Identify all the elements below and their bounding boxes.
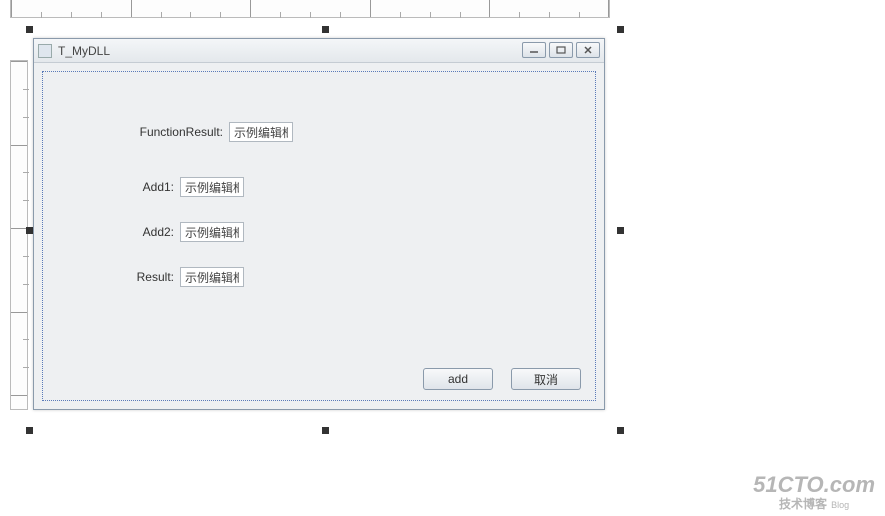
row-add2: Add2: [135,222,244,242]
ruler-horizontal [10,0,610,18]
watermark-line2: 技术博客Blog [753,498,875,510]
close-button[interactable] [576,42,600,58]
row-result: Result: [135,267,244,287]
label-add1: Add1: [135,180,180,194]
ok-button[interactable]: add [423,368,493,390]
resize-handle-e[interactable] [617,227,624,234]
input-result[interactable] [180,267,244,287]
watermark: 51CTO.com 技术博客Blog [753,474,875,510]
resize-handle-se[interactable] [617,427,624,434]
row-add1: Add1: [135,177,244,197]
window-title: T_MyDLL [58,44,110,58]
dialog-window[interactable]: T_MyDLL FunctionResult: Add1: Add2: [33,38,605,410]
label-add2: Add2: [135,225,180,239]
row-function-result: FunctionResult: [135,122,293,142]
button-row: add 取消 [423,368,581,390]
watermark-line1: 51CTO.com [753,474,875,496]
resize-handle-n[interactable] [322,26,329,33]
minimize-button[interactable] [522,42,546,58]
resize-handle-nw[interactable] [26,26,33,33]
cancel-button[interactable]: 取消 [511,368,581,390]
input-function-result[interactable] [229,122,293,142]
input-add1[interactable] [180,177,244,197]
input-add2[interactable] [180,222,244,242]
app-icon [38,44,52,58]
ruler-vertical [10,60,28,410]
label-result: Result: [135,270,180,284]
title-bar[interactable]: T_MyDLL [34,39,604,63]
resize-handle-sw[interactable] [26,427,33,434]
resize-handle-w[interactable] [26,227,33,234]
resize-handle-s[interactable] [322,427,329,434]
resize-handle-ne[interactable] [617,26,624,33]
dialog-client-area: FunctionResult: Add1: Add2: Result: add … [42,71,596,401]
maximize-button[interactable] [549,42,573,58]
label-function-result: FunctionResult: [135,125,229,139]
